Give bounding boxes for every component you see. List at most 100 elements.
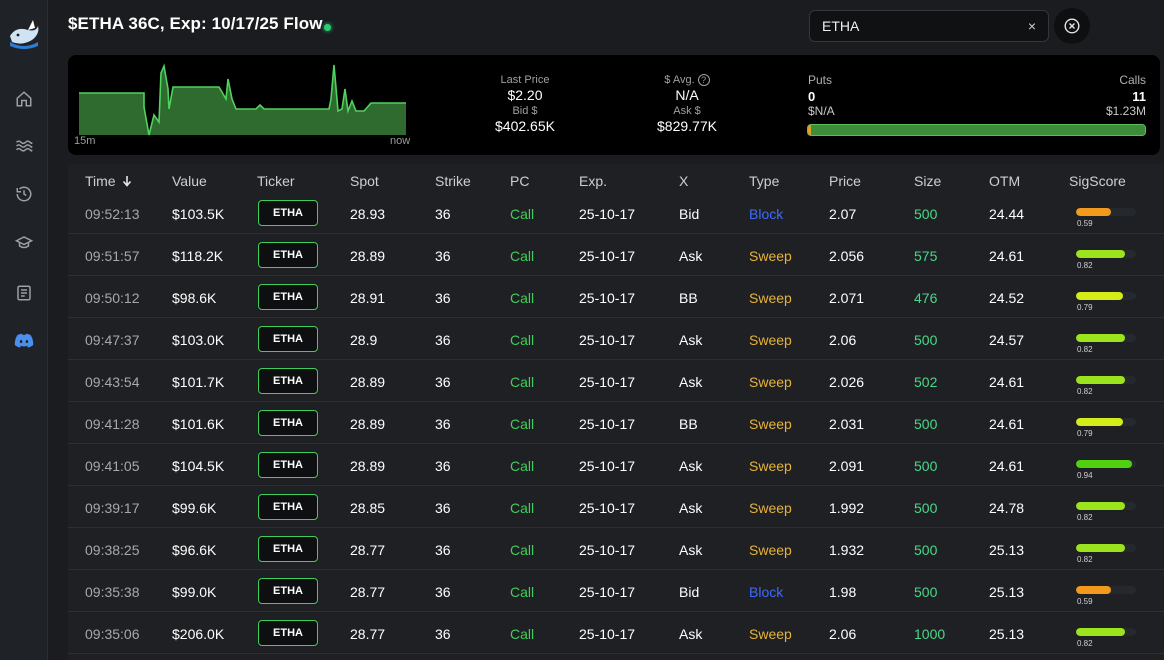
last-price-stat: Last Price $2.20 Bid $ $402.65K xyxy=(465,73,585,135)
price-cell: 1.992 xyxy=(829,500,865,516)
exp-cell: 25-10-17 xyxy=(579,458,636,474)
exp-cell: 25-10-17 xyxy=(579,500,636,516)
sort-desc-icon[interactable] xyxy=(122,173,132,189)
strike-cell: 36 xyxy=(435,458,451,474)
spot-cell: 28.9 xyxy=(350,332,378,348)
table-row[interactable]: 09:38:25 $96.6K ETHA 28.77 36 Call 25-10-17 Ask… xyxy=(68,528,1164,570)
sigscore-fill xyxy=(1076,502,1126,510)
search-input[interactable] xyxy=(822,11,1022,41)
x-header[interactable]: X xyxy=(679,173,688,189)
table-row[interactable]: 09:41:28 $101.6K ETHA 28.89 36 Call 25-10-17 BB… xyxy=(68,402,1164,444)
size-cell: 502 xyxy=(914,374,938,390)
column-label: Spot xyxy=(350,173,379,189)
time-cell: 09:43:54 xyxy=(85,374,140,390)
x-cell: Bid xyxy=(679,206,700,222)
strike-cell: 36 xyxy=(435,290,451,306)
ticker-badge[interactable]: ETHA xyxy=(258,242,318,268)
x-cell: Ask xyxy=(679,248,703,264)
time-cell: 09:52:13 xyxy=(85,206,140,222)
sigscore-fill xyxy=(1076,460,1133,468)
x-cell: Ask xyxy=(679,500,703,516)
spot-cell: 28.89 xyxy=(350,416,386,432)
sidebar-item-home[interactable] xyxy=(12,87,36,111)
ticker-badge[interactable]: ETHA xyxy=(258,368,318,394)
table-row[interactable]: 09:39:17 $99.6K ETHA 28.85 36 Call 25-10-17 Ask… xyxy=(68,486,1164,528)
type-cell: Sweep xyxy=(749,374,792,390)
sigscore-bar xyxy=(1076,544,1136,552)
sidebar-item-education[interactable] xyxy=(12,231,36,255)
type-header[interactable]: Type xyxy=(749,173,779,189)
sidebar-item-flow[interactable] xyxy=(12,134,36,158)
otm-cell: 25.13 xyxy=(989,542,1025,558)
sigscore-bar xyxy=(1076,418,1136,426)
table-row[interactable]: 09:35:06 $206.0K ETHA 28.77 36 Call 25-10-17 As… xyxy=(68,612,1164,654)
pc-cell: Call xyxy=(510,584,535,600)
table-row[interactable]: 09:43:54 $101.7K ETHA 28.89 36 Call 25-10-17 As… xyxy=(68,360,1164,402)
otm-cell: 24.61 xyxy=(989,248,1025,264)
table-row[interactable]: 09:50:12 $98.6K ETHA 28.91 36 Call 25-10-17 BB S… xyxy=(68,276,1164,318)
size-header[interactable]: Size xyxy=(914,173,941,189)
sigscore-header[interactable]: SigScore xyxy=(1069,173,1126,189)
ticker-badge[interactable]: ETHA xyxy=(258,452,318,478)
close-circle-icon xyxy=(1064,18,1080,34)
bid-value: $402.65K xyxy=(495,118,555,134)
ticker-badge[interactable]: ETHA xyxy=(258,284,318,310)
column-label: Price xyxy=(829,173,861,189)
size-cell: 500 xyxy=(914,332,938,348)
home-icon xyxy=(16,91,32,107)
value-cell: $99.0K xyxy=(172,584,217,600)
type-cell: Sweep xyxy=(749,500,792,516)
column-label: Size xyxy=(914,173,942,189)
ticker-header[interactable]: Ticker xyxy=(257,173,295,189)
sidebar-item-history[interactable] xyxy=(12,182,36,206)
time-header[interactable]: Time xyxy=(85,173,132,189)
column-label: PC xyxy=(510,173,530,189)
ticker-badge[interactable]: ETHA xyxy=(258,578,318,604)
sigscore-value: 0.82 xyxy=(1077,639,1093,648)
price-cell: 2.07 xyxy=(829,206,857,222)
help-icon[interactable]: ? xyxy=(697,74,710,87)
table-row[interactable]: 09:52:13 $103.5K ETHA 28.93 36 Call 25-10-17 Bi… xyxy=(68,192,1164,234)
waves-icon xyxy=(15,140,33,152)
clear-search-icon[interactable]: × xyxy=(1028,18,1036,34)
pc-cell: Call xyxy=(510,458,535,474)
ticker-badge[interactable]: ETHA xyxy=(258,620,318,646)
otm-header[interactable]: OTM xyxy=(989,173,1020,189)
sidebar-item-news[interactable] xyxy=(12,281,36,305)
price-header[interactable]: Price xyxy=(829,173,861,189)
ask-value: $829.77K xyxy=(657,118,717,134)
pc-cell: Call xyxy=(510,332,535,348)
x-cell: BB xyxy=(679,290,698,306)
type-cell: Sweep xyxy=(749,332,792,348)
sigscore-value: 0.79 xyxy=(1077,303,1093,312)
sigscore-value: 0.82 xyxy=(1077,513,1093,522)
whale-logo-icon[interactable] xyxy=(6,12,42,52)
ticker-badge[interactable]: ETHA xyxy=(258,200,318,226)
close-button[interactable] xyxy=(1054,8,1090,44)
ticker-badge[interactable]: ETHA xyxy=(258,536,318,562)
summary-panel: 15m now Last Price $2.20 Bid $ $402.65K … xyxy=(68,55,1160,155)
calls-amount: $1.23M xyxy=(1105,104,1146,118)
table-row[interactable]: 09:47:37 $103.0K ETHA 28.9 36 Call 25-10-17 Ask… xyxy=(68,318,1164,360)
ticker-badge[interactable]: ETHA xyxy=(258,326,318,352)
column-label: Exp. xyxy=(579,173,608,189)
ticker-badge[interactable]: ETHA xyxy=(258,410,318,436)
table-row[interactable]: 09:41:05 $104.5K ETHA 28.89 36 Call 25-10-17 As… xyxy=(68,444,1164,486)
exp-header[interactable]: Exp. xyxy=(579,173,607,189)
value-header[interactable]: Value xyxy=(172,173,207,189)
ticker-badge[interactable]: ETHA xyxy=(258,494,318,520)
sidebar-item-discord[interactable] xyxy=(12,329,36,353)
type-cell: Sweep xyxy=(749,416,792,432)
table-row[interactable]: 09:35:38 $99.0K ETHA 28.77 36 Call 25-10-17 Bid… xyxy=(68,570,1164,612)
spot-header[interactable]: Spot xyxy=(350,173,379,189)
strike-header[interactable]: Strike xyxy=(435,173,471,189)
spot-cell: 28.77 xyxy=(350,626,386,642)
value-cell: $118.2K xyxy=(172,248,224,264)
avg-stat: $ Avg.? N/A Ask $ $829.77K xyxy=(627,73,747,135)
size-cell: 1000 xyxy=(914,626,946,642)
pc-header[interactable]: PC xyxy=(510,173,529,189)
time-cell: 09:50:12 xyxy=(85,290,140,306)
table-row[interactable]: 09:51:57 $118.2K ETHA 28.89 36 Call 25-10-17 As… xyxy=(68,234,1164,276)
strike-cell: 36 xyxy=(435,332,451,348)
type-cell: Block xyxy=(749,206,784,222)
